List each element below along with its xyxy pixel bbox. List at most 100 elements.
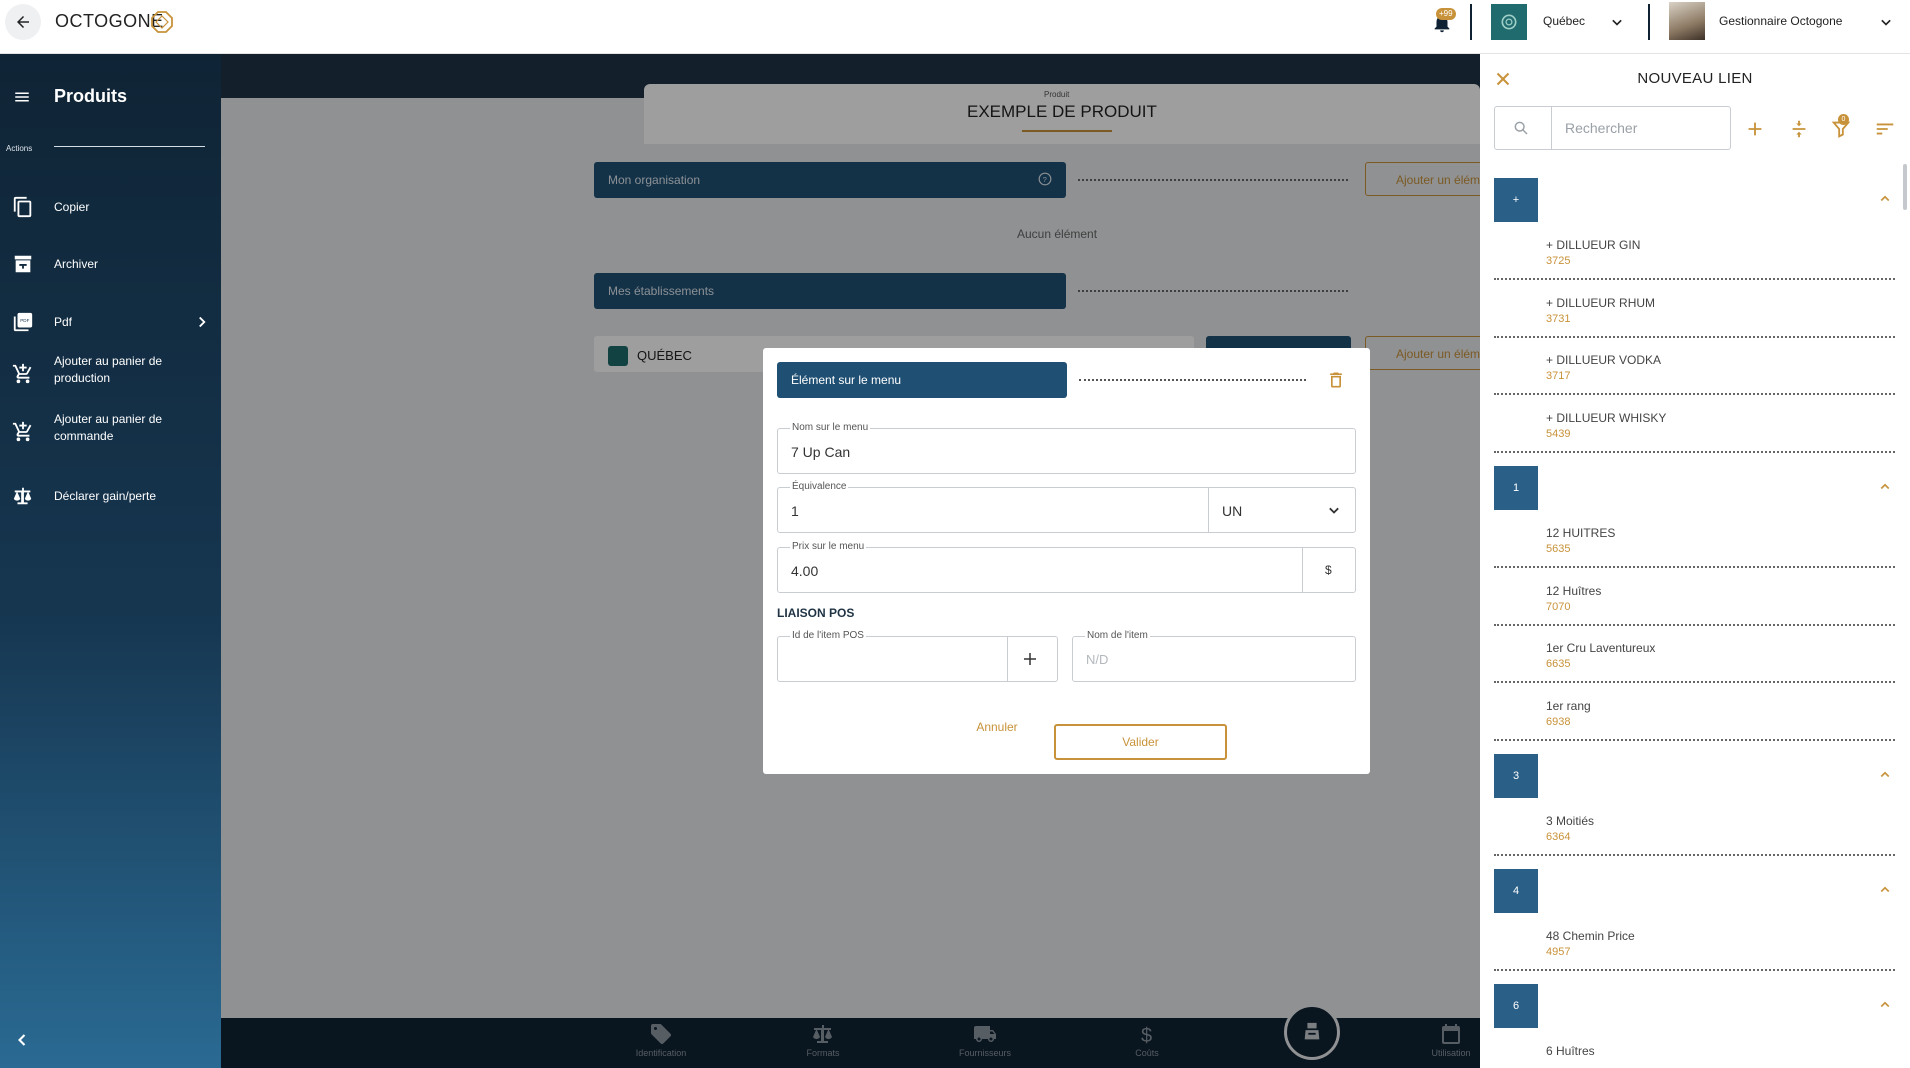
dotted-divider	[1494, 969, 1895, 971]
item-name: 3 Moitiés	[1546, 814, 1595, 828]
menu-name-input[interactable]: 7 Up Can	[791, 444, 850, 460]
equivalence-field[interactable]: Équivalence 1 UN	[777, 481, 1356, 533]
list-item[interactable]: 48 Chemin Price 4957	[1494, 921, 1895, 977]
group-header[interactable]: 1	[1494, 466, 1894, 510]
item-code: 3717	[1546, 370, 1571, 382]
field-label: Nom de l'item	[1085, 630, 1150, 641]
filter-count-badge: 0	[1838, 114, 1849, 125]
dotted-divider	[1494, 739, 1895, 741]
chevron-down-icon[interactable]	[1876, 12, 1896, 32]
item-code: 5635	[1546, 543, 1571, 555]
list-item[interactable]: 12 HUITRES 5635	[1494, 518, 1895, 574]
sidebar-item-declare-gain-loss[interactable]: Déclarer gain/perte	[0, 475, 221, 519]
equivalence-input[interactable]: 1	[791, 503, 799, 519]
list-item[interactable]: 3 Moitiés 6364	[1494, 806, 1895, 862]
chevron-up-icon[interactable]	[1876, 190, 1894, 208]
item-code: 6938	[1546, 716, 1571, 728]
divider	[1302, 548, 1303, 592]
back-button[interactable]	[5, 4, 41, 40]
octogon-icon	[1501, 14, 1517, 30]
item-code: 3731	[1546, 313, 1571, 325]
dotted-divider	[1494, 278, 1895, 280]
item-name: 1er rang	[1546, 699, 1591, 713]
list-item[interactable]: + DILLUEUR GIN 3725	[1494, 230, 1895, 286]
group-header[interactable]: +	[1494, 178, 1894, 222]
item-name: 12 Huîtres	[1546, 584, 1602, 598]
chevron-left-icon[interactable]	[12, 1030, 32, 1050]
group-header[interactable]: 3	[1494, 754, 1894, 798]
divider	[1648, 4, 1650, 40]
pdf-icon: PDF	[13, 312, 33, 332]
chevron-up-icon[interactable]	[1876, 996, 1894, 1014]
chevron-up-icon[interactable]	[1876, 766, 1894, 784]
chevron-down-icon[interactable]	[1324, 500, 1344, 520]
sidebar-item-label: Déclarer gain/perte	[54, 489, 157, 503]
currency-label: $	[1325, 563, 1332, 577]
actions-section-label: Actions	[6, 144, 33, 153]
chevron-up-icon[interactable]	[1876, 478, 1894, 496]
chevron-up-icon[interactable]	[1876, 881, 1894, 899]
list-item[interactable]: 1er Cru Laventureux 6635	[1494, 633, 1895, 689]
field-label: Nom sur le menu	[790, 422, 871, 433]
group-header[interactable]: 4	[1494, 869, 1894, 913]
pos-item-id-field[interactable]: Id de l'item POS	[777, 630, 1058, 682]
user-menu[interactable]: Gestionnaire Octogone	[1719, 14, 1842, 28]
collapse-all-icon[interactable]	[1788, 118, 1810, 140]
search-input[interactable]	[1565, 115, 1720, 141]
item-code: 4957	[1546, 946, 1571, 958]
organization-selector[interactable]: Québec	[1543, 14, 1585, 28]
menu-price-input[interactable]: 4.00	[791, 563, 818, 579]
menu-name-field[interactable]: Nom sur le menu 7 Up Can	[777, 422, 1356, 474]
item-code: 6635	[1546, 658, 1571, 670]
list-item[interactable]: 6 Huîtres	[1494, 1036, 1895, 1068]
unit-select[interactable]: UN	[1222, 503, 1242, 519]
menu-price-field[interactable]: Prix sur le menu 4.00 $	[777, 541, 1356, 593]
sidebar-item-copy[interactable]: Copier	[0, 186, 221, 230]
app-logo-text[interactable]: OCTOGONE	[55, 11, 164, 32]
divider	[1551, 107, 1552, 149]
copy-icon	[13, 196, 32, 218]
panel-title: NOUVEAU LIEN	[1637, 70, 1753, 87]
validate-button[interactable]: Valider	[1054, 724, 1227, 760]
archive-icon	[14, 255, 32, 273]
plus-icon[interactable]	[1021, 650, 1039, 668]
sidebar-item-pdf[interactable]: PDF Pdf	[0, 301, 221, 345]
arrow-left-icon	[17, 16, 29, 28]
sidebar-item-label: Ajouter au panier de production	[54, 354, 163, 385]
add-icon[interactable]	[1744, 118, 1766, 140]
sidebar-item-archive[interactable]: Archiver	[0, 243, 221, 287]
menu-icon[interactable]	[13, 88, 31, 106]
user-avatar[interactable]	[1669, 2, 1705, 40]
dotted-divider	[1494, 854, 1895, 856]
pos-item-name-field[interactable]: Nom de l'item N/D	[1072, 630, 1356, 682]
group-badge: +	[1494, 178, 1538, 222]
search-field[interactable]	[1494, 106, 1731, 150]
search-icon	[1514, 121, 1528, 135]
sort-icon[interactable]	[1874, 118, 1896, 140]
item-name: 48 Chemin Price	[1546, 929, 1635, 943]
pos-item-name-placeholder: N/D	[1086, 652, 1109, 667]
list-item[interactable]: + DILLUEUR VODKA 3717	[1494, 345, 1895, 401]
item-code: 6364	[1546, 831, 1571, 843]
group-badge: 4	[1494, 869, 1538, 913]
trash-icon[interactable]	[1326, 370, 1346, 390]
divider	[1208, 488, 1209, 532]
sidebar-item-add-to-order-cart[interactable]: Ajouter au panier de commande	[0, 411, 221, 455]
group-header[interactable]: 6	[1494, 984, 1894, 1028]
list-item[interactable]: + DILLUEUR RHUM 3731	[1494, 288, 1895, 344]
cart-add-icon	[12, 363, 32, 384]
list-item[interactable]: 1er rang 6938	[1494, 691, 1895, 747]
list-item[interactable]: 12 Huîtres 7070	[1494, 576, 1895, 632]
chevron-down-icon[interactable]	[1607, 12, 1627, 32]
sidebar-item-label: Pdf	[54, 315, 73, 329]
sidebar-item-label: Copier	[54, 200, 90, 214]
list-item[interactable]: + DILLUEUR WHISKY 5439	[1494, 403, 1895, 459]
organization-logo[interactable]	[1491, 4, 1527, 40]
dotted-divider	[1494, 624, 1895, 626]
scrollbar[interactable]	[1903, 164, 1907, 210]
top-bar: OCTOGONE +99 Québec Gestionnaire Octogon…	[0, 0, 1910, 54]
cancel-button[interactable]: Annuler	[935, 710, 1059, 744]
item-name: + DILLUEUR GIN	[1546, 238, 1641, 252]
item-code: 3725	[1546, 255, 1571, 267]
sidebar-item-add-to-production-cart[interactable]: Ajouter au panier de production	[0, 353, 221, 397]
